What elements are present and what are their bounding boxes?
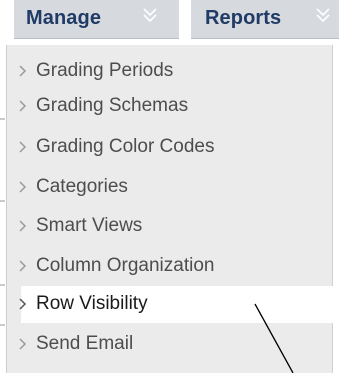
menu-item-label: Grading Periods xyxy=(36,60,174,81)
tab-manage-label: Manage xyxy=(26,7,102,29)
page-edge-mark xyxy=(0,200,5,202)
menu-item-send-email[interactable]: Send Email xyxy=(19,326,337,363)
chevron-right-icon xyxy=(19,260,27,272)
menu-bar: Manage Reports xyxy=(0,0,339,39)
page-edge-mark xyxy=(0,284,5,286)
menu-item-label: Categories xyxy=(36,176,128,197)
menu-item-label: Column Organization xyxy=(36,255,215,276)
double-chevron-down-icon xyxy=(143,8,157,23)
menu-item-smart-views[interactable]: Smart Views xyxy=(19,208,337,245)
page-edge-mark xyxy=(0,324,5,326)
menu-item-grading-schemas[interactable]: Grading Schemas xyxy=(19,88,337,125)
menu-item-categories[interactable]: Categories xyxy=(19,169,337,206)
menu-item-row-visibility[interactable]: Row Visibility xyxy=(19,286,339,323)
menu-item-label: Grading Color Codes xyxy=(36,136,215,157)
chevron-right-icon xyxy=(19,100,27,112)
tab-reports-label: Reports xyxy=(205,7,282,29)
tab-manage[interactable]: Manage xyxy=(14,0,179,39)
chevron-right-icon xyxy=(19,141,27,153)
menu-item-grading-color-codes[interactable]: Grading Color Codes xyxy=(19,129,337,166)
double-chevron-down-icon xyxy=(316,8,330,23)
page-edge-mark xyxy=(0,118,5,120)
menu-item-column-organization[interactable]: Column Organization xyxy=(19,248,337,285)
tab-reports[interactable]: Reports xyxy=(191,0,339,39)
chevron-right-icon xyxy=(19,181,27,193)
chevron-right-icon xyxy=(19,220,27,232)
menu-item-label: Smart Views xyxy=(36,215,143,236)
menu-item-grading-periods[interactable]: Grading Periods xyxy=(19,53,337,90)
menu-item-label: Grading Schemas xyxy=(36,95,189,116)
chevron-right-icon xyxy=(19,298,27,310)
chevron-right-icon xyxy=(19,338,27,350)
manage-dropdown-menu: Grading Periods Grading Schemas Grading … xyxy=(6,45,339,373)
menu-item-label: Row Visibility xyxy=(36,293,148,314)
chevron-right-icon xyxy=(19,65,27,77)
menu-item-label: Send Email xyxy=(36,333,134,354)
